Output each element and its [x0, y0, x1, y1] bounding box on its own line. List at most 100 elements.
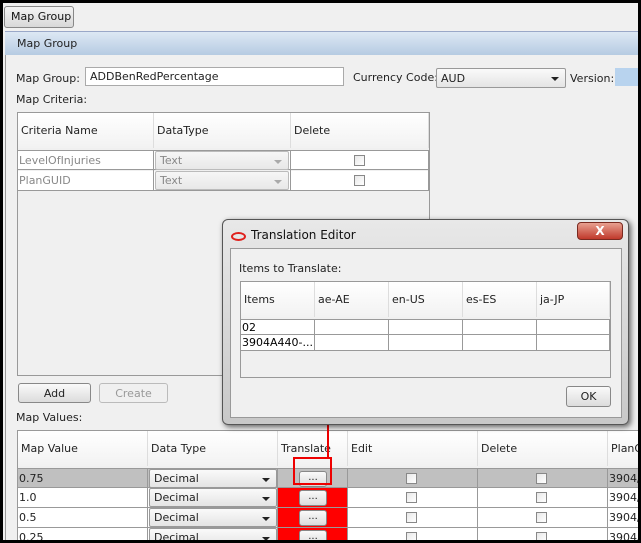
currency-code-value: AUD — [441, 72, 466, 85]
chevron-down-icon — [262, 497, 270, 501]
chevron-down-icon — [262, 517, 270, 521]
col-items[interactable]: Items — [241, 282, 315, 317]
edit-checkbox[interactable] — [406, 492, 417, 503]
translation-cell[interactable] — [463, 335, 537, 351]
datatype-cell: Text — [154, 171, 291, 191]
delete-checkbox[interactable] — [354, 175, 365, 186]
translation-cell[interactable] — [389, 335, 463, 351]
translation-cell[interactable] — [537, 335, 610, 351]
edit-cell — [348, 528, 478, 540]
app-window: Map Group Map Group Map Group: ADDBenRed… — [3, 3, 638, 540]
edit-cell — [348, 508, 478, 528]
currency-code-select[interactable]: AUD — [436, 68, 566, 88]
criteria-row[interactable]: PlanGUID Text — [18, 171, 429, 191]
edit-cell — [348, 469, 478, 489]
criteria-name: PlanGUID — [18, 171, 154, 191]
translation-cell[interactable] — [463, 320, 537, 336]
map-value-cell[interactable]: 1.0 — [18, 488, 148, 508]
translation-row[interactable]: 3904A440-... — [241, 335, 610, 351]
datatype-select[interactable]: Text — [155, 171, 289, 190]
map-value-row[interactable]: 0.25 Decimal... 3904/ — [18, 528, 638, 540]
chevron-down-icon — [262, 537, 270, 540]
dialog-title: Translation Editor — [251, 228, 356, 242]
translate-button[interactable]: ... — [299, 490, 327, 506]
edit-checkbox[interactable] — [406, 473, 417, 484]
translate-button[interactable]: ... — [299, 530, 327, 540]
delete-cell — [478, 488, 608, 508]
translation-editor-dialog: Translation Editor X Items to Translate:… — [222, 219, 629, 425]
dialog-body: Items to Translate: Items ae-AE en-US es… — [230, 248, 622, 418]
col-datatype[interactable]: DataType — [154, 113, 291, 148]
version-field[interactable] — [615, 68, 638, 86]
translation-cell[interactable] — [389, 320, 463, 336]
add-button[interactable]: Add — [18, 383, 91, 403]
map-value-row[interactable]: 1.0 Decimal... 3904/ — [18, 488, 638, 508]
chevron-down-icon — [262, 478, 270, 482]
delete-checkbox[interactable] — [536, 512, 547, 523]
datatype-value: Text — [160, 154, 183, 167]
col-criteria-name[interactable]: Criteria Name — [18, 113, 154, 148]
delete-checkbox[interactable] — [354, 155, 365, 166]
version-label: Version: — [570, 72, 615, 85]
translation-cell[interactable] — [537, 320, 610, 336]
close-button[interactable]: X — [577, 222, 623, 240]
translate-cell: ... — [278, 528, 348, 540]
col-en-us[interactable]: en-US — [389, 282, 463, 317]
item-cell: 02 — [241, 320, 315, 336]
col-edit[interactable]: Edit — [348, 431, 478, 466]
delete-checkbox[interactable] — [536, 492, 547, 503]
create-button[interactable]: Create — [99, 383, 168, 403]
chevron-down-icon — [274, 160, 282, 164]
edit-cell — [348, 488, 478, 508]
col-plan-guid[interactable]: PlanG — [608, 431, 638, 466]
plan-guid-cell: 3904/ — [608, 469, 638, 489]
edit-checkbox[interactable] — [406, 532, 417, 540]
tab-map-group[interactable]: Map Group — [4, 6, 74, 28]
col-delete[interactable]: Delete — [478, 431, 608, 466]
data-type-cell: Decimal — [148, 469, 278, 489]
translation-cell[interactable] — [315, 335, 389, 351]
plan-guid-cell: 3904/ — [608, 488, 638, 508]
translate-cell: ... — [278, 488, 348, 508]
data-type-value: Decimal — [154, 491, 199, 504]
col-ae-ae[interactable]: ae-AE — [315, 282, 389, 317]
highlight-box — [293, 457, 332, 485]
datatype-value: Text — [160, 174, 183, 187]
data-type-select[interactable]: Decimal — [149, 469, 277, 488]
col-data-type[interactable]: Data Type — [148, 431, 278, 466]
col-delete[interactable]: Delete — [291, 113, 429, 148]
map-value-cell[interactable]: 0.25 — [18, 528, 148, 540]
data-type-select[interactable]: Decimal — [149, 528, 277, 540]
datatype-select[interactable]: Text — [155, 151, 289, 170]
map-values-label: Map Values: — [16, 411, 83, 424]
map-value-row[interactable]: 0.5 Decimal... 3904/ — [18, 508, 638, 528]
map-group-input[interactable]: ADDBenRedPercentage — [85, 67, 344, 86]
data-type-select[interactable]: Decimal — [149, 488, 277, 507]
criteria-row[interactable]: LevelOfInjuries Text — [18, 150, 429, 171]
chevron-down-icon — [274, 180, 282, 184]
translate-button[interactable]: ... — [299, 510, 327, 526]
map-value-cell[interactable]: 0.75 — [18, 469, 148, 489]
datatype-cell: Text — [154, 151, 291, 171]
item-cell: 3904A440-... — [241, 335, 315, 351]
col-map-value[interactable]: Map Value — [18, 431, 148, 466]
map-criteria-label: Map Criteria: — [16, 93, 88, 106]
translation-row[interactable]: 02 — [241, 319, 610, 336]
criteria-name: LevelOfInjuries — [18, 151, 154, 171]
oracle-logo-icon — [231, 232, 246, 241]
map-value-cell[interactable]: 0.5 — [18, 508, 148, 528]
delete-checkbox[interactable] — [536, 532, 547, 540]
data-type-cell: Decimal — [148, 488, 278, 508]
delete-checkbox[interactable] — [536, 473, 547, 484]
translation-cell[interactable] — [315, 320, 389, 336]
data-type-select[interactable]: Decimal — [149, 508, 277, 527]
currency-code-label: Currency Code: — [353, 71, 438, 84]
plan-guid-cell: 3904/ — [608, 528, 638, 540]
translation-table: Items ae-AE en-US es-ES ja-JP 02 3904A440… — [240, 281, 611, 378]
ok-button[interactable]: OK — [566, 386, 611, 407]
edit-checkbox[interactable] — [406, 512, 417, 523]
data-type-cell: Decimal — [148, 528, 278, 540]
col-es-es[interactable]: es-ES — [463, 282, 537, 317]
data-type-value: Decimal — [154, 531, 199, 540]
col-ja-jp[interactable]: ja-JP — [537, 282, 610, 317]
